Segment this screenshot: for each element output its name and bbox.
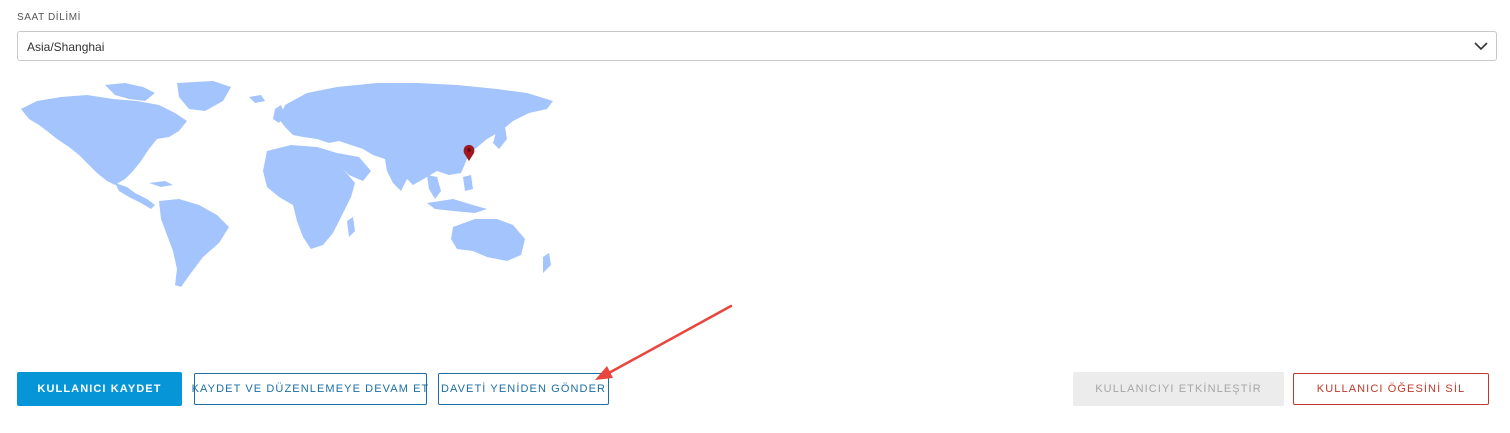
timezone-value: Asia/Shanghai: [27, 40, 105, 54]
landmass-central-america: [115, 183, 155, 209]
landmass-caribbean: [149, 181, 173, 187]
landmass-philippines: [463, 175, 473, 191]
landmass-india: [385, 159, 409, 191]
landmass-southeast-asia: [427, 175, 441, 199]
chevron-down-icon: [1474, 42, 1488, 51]
landmass-indonesia: [427, 199, 487, 213]
landmass-iceland: [249, 95, 265, 103]
delete-user-button[interactable]: KULLANICI ÖĞESİNİ SİL: [1293, 373, 1489, 405]
activate-user-button: KULLANICIYI ETKİNLEŞTİR: [1073, 372, 1284, 406]
landmass-arctic-islands: [105, 83, 155, 101]
world-map: [21, 81, 553, 287]
landmass-south-america: [159, 199, 229, 287]
timezone-select[interactable]: Asia/Shanghai: [17, 31, 1497, 61]
save-and-continue-button[interactable]: KAYDET VE DÜZENLEMEYE DEVAM ET: [192, 373, 428, 405]
landmass-north-america: [21, 95, 187, 185]
landmass-new-zealand: [543, 253, 551, 273]
save-user-button[interactable]: KULLANICI KAYDET: [17, 372, 182, 406]
resend-invite-button[interactable]: DAVETİ YENİDEN GÖNDER: [438, 373, 609, 405]
landmass-madagascar: [347, 217, 355, 237]
landmass-australia: [451, 219, 525, 261]
landmass-greenland: [177, 81, 231, 111]
annotation-arrow: [595, 304, 733, 380]
timezone-label: SAAT DİLİMİ: [17, 12, 82, 23]
